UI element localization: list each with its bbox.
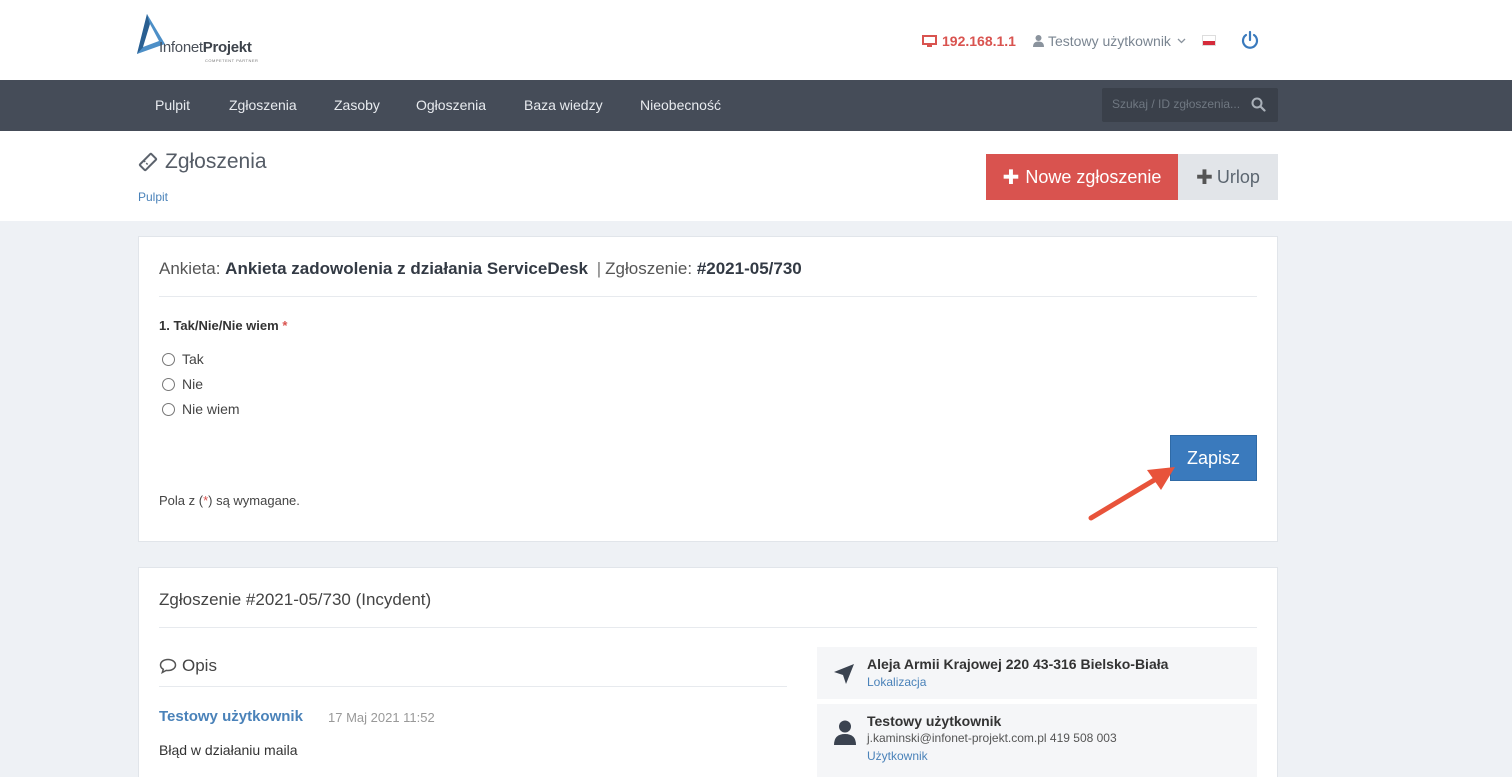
annotation-arrow-icon [1088, 467, 1175, 521]
user-menu[interactable]: Testowy użytkownik [1033, 30, 1190, 52]
logo-text: InfonetProjekt [159, 39, 252, 56]
location-value: Aleja Armii Krajowej 220 43-316 Bielsko-… [867, 656, 1169, 672]
location-label: Lokalizacja [867, 675, 927, 689]
location-info: Aleja Armii Krajowej 220 43-316 Bielsko-… [817, 647, 1257, 699]
page-title-text: Zgłoszenia [165, 150, 267, 173]
nav-ogloszenia[interactable]: Ogłoszenia [416, 97, 486, 113]
polish-flag-icon[interactable] [1202, 35, 1216, 46]
radio-button[interactable] [162, 402, 175, 416]
search-icon[interactable] [1251, 97, 1266, 112]
top-bar: InfonetProjekt COMPETENT PARTNER 192.168… [0, 0, 1512, 80]
ticket-title: Zgłoszenie #2021-05/730 (Incydent) [159, 590, 432, 609]
main-navbar: Pulpit Zgłoszenia Zasoby Ogłoszenia Baza… [0, 80, 1512, 131]
required-note: Pola z (*) są wymagane. [159, 493, 300, 508]
breadcrumb-pulpit[interactable]: Pulpit [138, 190, 168, 204]
ip-address: 192.168.1.1 [922, 30, 1016, 52]
power-icon[interactable] [1240, 30, 1260, 55]
radio-button[interactable] [162, 377, 175, 391]
description-heading: Opis [159, 656, 217, 676]
question-label: 1. Tak/Nie/Nie wiem * [159, 318, 288, 333]
leave-label: Urlop [1216, 166, 1260, 187]
nav-nieobecnosc[interactable]: Nieobecność [640, 97, 721, 113]
radio-option-tak[interactable]: Tak [162, 351, 204, 367]
search-box [1102, 88, 1278, 122]
leave-button[interactable]: ✚ Urlop [1178, 154, 1278, 200]
page-title: Zgłoszenia [138, 150, 267, 174]
radio-label: Tak [182, 351, 204, 367]
radio-label: Nie [182, 376, 204, 392]
ticket-icon [138, 152, 158, 172]
comment-date: 17 Maj 2021 11:52 [328, 710, 435, 725]
ticket-card: Zgłoszenie #2021-05/730 (Incydent) Opis … [138, 567, 1278, 777]
user-name: Testowy użytkownik [1048, 33, 1171, 49]
infonet-projekt-logo[interactable]: InfonetProjekt COMPETENT PARTNER [137, 14, 262, 66]
plus-icon: ✚ [1196, 166, 1213, 189]
plus-icon: ✚ [1002, 166, 1020, 189]
user-info: Testowy użytkownik j.kaminski@infonet-pr… [817, 704, 1257, 777]
nav-pulpit[interactable]: Pulpit [155, 97, 190, 113]
user-icon [1033, 35, 1044, 47]
page-header [0, 131, 1512, 221]
divider [159, 627, 1257, 628]
location-arrow-icon [834, 664, 854, 684]
radio-label: Nie wiem [182, 401, 240, 417]
user-info-contact: j.kaminski@infonet-projekt.com.pl 419 50… [867, 731, 1117, 745]
user-info-label: Użytkownik [867, 749, 928, 763]
divider [159, 296, 1257, 297]
new-ticket-label: Nowe zgłoszenie [1025, 166, 1162, 187]
nav-zasoby[interactable]: Zasoby [334, 97, 380, 113]
monitor-icon [922, 34, 937, 47]
comment-author[interactable]: Testowy użytkownik [159, 708, 303, 725]
comment-icon [159, 658, 177, 674]
nav-zgloszenia[interactable]: Zgłoszenia [229, 97, 297, 113]
survey-title: Ankieta: Ankieta zadowolenia z działania… [159, 259, 802, 278]
survey-ticket-id: #2021-05/730 [696, 259, 802, 278]
comment-message: Błąd w działaniu maila [159, 742, 298, 758]
ip-text: 192.168.1.1 [942, 33, 1016, 49]
search-input[interactable] [1112, 97, 1247, 111]
radio-option-nie[interactable]: Nie [162, 376, 203, 392]
nav-baza-wiedzy[interactable]: Baza wiedzy [524, 97, 603, 113]
radio-option-nie-wiem[interactable]: Nie wiem [162, 401, 240, 417]
person-icon [834, 720, 856, 745]
new-ticket-button[interactable]: ✚ Nowe zgłoszenie [986, 154, 1178, 200]
survey-name: Ankieta zadowolenia z działania ServiceD… [225, 259, 588, 278]
radio-button[interactable] [162, 352, 175, 366]
chevron-down-icon [1177, 38, 1186, 44]
divider [159, 686, 787, 687]
user-info-name: Testowy użytkownik [867, 713, 1002, 729]
logo-tagline: COMPETENT PARTNER [205, 58, 259, 63]
